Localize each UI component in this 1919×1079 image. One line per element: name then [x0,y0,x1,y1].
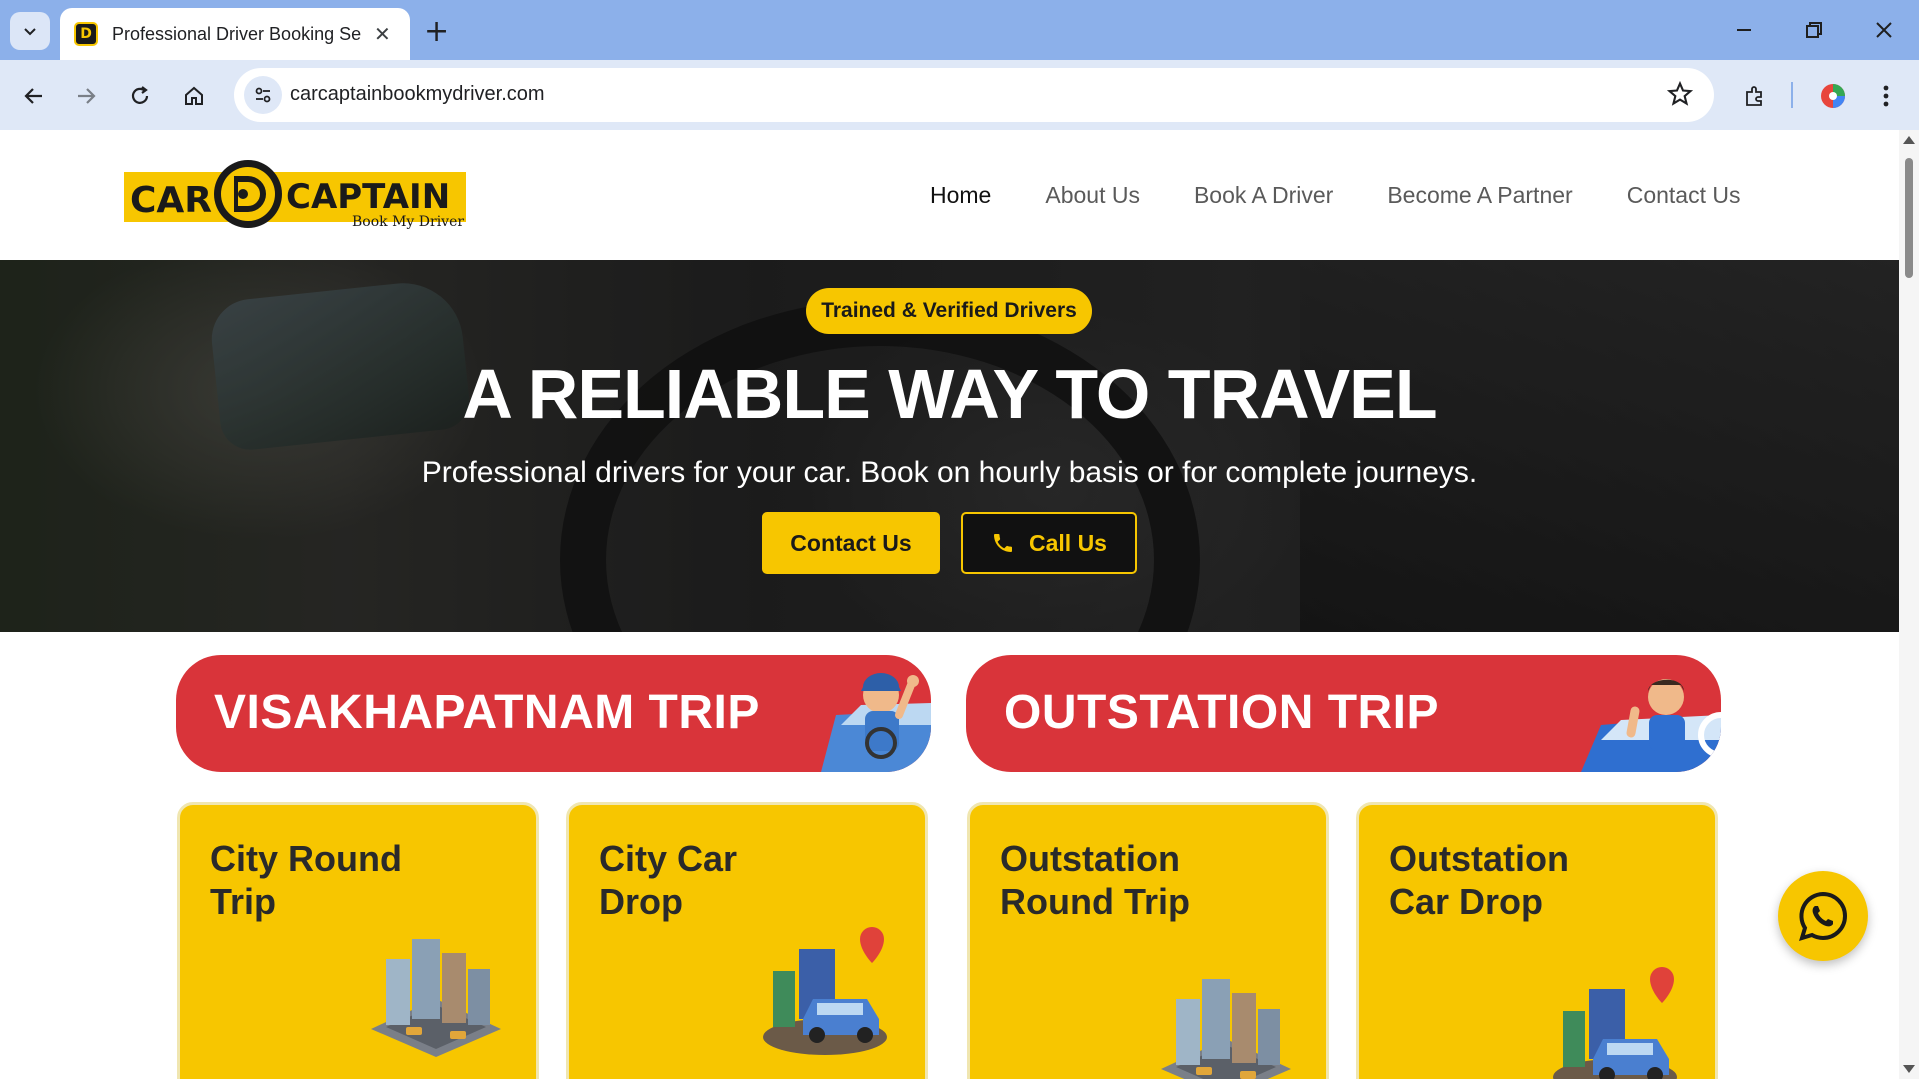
whatsapp-chat-button[interactable] [1778,871,1868,961]
city-round-trip-card[interactable]: City Round Trip [177,802,539,1079]
city-buildings-illustration [371,939,501,1057]
profile-avatar-icon[interactable] [1813,76,1853,116]
url-text: carcaptainbookmydriver.com [290,83,545,105]
site-info-icon[interactable] [244,76,282,114]
driver-thumbs-up-illustration [1581,679,1721,772]
new-tab-icon[interactable]: + [424,14,449,49]
car-drop-illustration [1553,967,1677,1079]
browser-tab-active[interactable]: D Professional Driver Booking Ser ✕ [60,8,410,60]
reload-icon[interactable] [120,76,160,116]
home-icon[interactable] [174,76,214,116]
contact-us-button[interactable]: Contact Us [762,512,940,574]
nav-contact-us[interactable]: Contact Us [1627,182,1741,209]
visakhapatnam-trip-label: VISAKHAPATNAM TRIP [214,686,760,739]
tab-close-icon[interactable]: ✕ [374,22,391,46]
outstation-car-drop-card[interactable]: Outstation Car Drop [1356,802,1718,1079]
city-car-drop-card[interactable]: City Car Drop [566,802,928,1079]
tab-title: Professional Driver Booking Ser [112,23,362,44]
city-buildings-illustration [1161,979,1291,1079]
site-logo[interactable]: CAR CAPTAIN Book My Driver [124,156,466,234]
scroll-up-icon[interactable] [1903,136,1915,144]
scroll-down-icon[interactable] [1903,1065,1915,1073]
browser-toolbar: carcaptainbookmydriver.com [0,60,1919,130]
chevron-down-icon [24,28,36,36]
nav-home[interactable]: Home [930,182,991,209]
call-us-button[interactable]: Call Us [961,512,1137,574]
address-bar[interactable]: carcaptainbookmydriver.com [234,68,1714,122]
whatsapp-icon [1799,891,1847,941]
close-window-icon[interactable] [1849,0,1919,60]
outstation-round-trip-card[interactable]: Outstation Round Trip [967,802,1329,1079]
outstation-round-trip-title: Outstation Round Trip [1000,838,1190,922]
scrollbar-thumb[interactable] [1905,158,1913,278]
city-car-drop-title: City Car Drop [599,838,738,922]
contact-us-button-label: Contact Us [790,529,912,556]
page-scrollbar[interactable] [1899,130,1919,1079]
site-header: CAR CAPTAIN Book My Driver Home About Us… [0,130,1899,260]
tab-search-button[interactable] [10,12,50,50]
nav-become-a-partner[interactable]: Become A Partner [1387,182,1572,209]
toolbar-separator [1791,82,1793,108]
outstation-car-drop-title: Outstation Car Drop [1389,838,1569,922]
verified-badge: Trained & Verified Drivers [806,288,1092,334]
restore-icon[interactable] [1779,0,1849,60]
logo-tagline: Book My Driver [352,214,464,230]
main-navigation: Home About Us Book A Driver Become A Par… [930,182,1740,209]
nav-about-us[interactable]: About Us [1045,182,1140,209]
site-favicon-icon: D [74,22,98,46]
browser-tab-bar: D Professional Driver Booking Ser ✕ + [0,0,1919,60]
forward-icon[interactable] [66,76,106,116]
bookmark-star-icon[interactable] [1666,80,1694,113]
call-us-button-label: Call Us [1029,529,1107,556]
window-controls [1709,0,1919,60]
back-icon[interactable] [14,76,54,116]
browser-menu-icon[interactable] [1866,76,1906,116]
page-viewport: CAR CAPTAIN Book My Driver Home About Us… [0,130,1899,1079]
extensions-icon[interactable] [1735,76,1775,116]
hero-subtitle: Professional drivers for your car. Book … [421,456,1478,489]
phone-icon [994,534,1012,552]
car-drop-illustration [763,927,887,1055]
outstation-trip-banner[interactable]: OUTSTATION TRIP [966,655,1721,772]
minimize-icon[interactable] [1709,0,1779,60]
logo-brand-right: CAPTAIN [286,177,450,217]
driver-waving-illustration [821,673,931,772]
city-round-trip-title: City Round Trip [210,838,402,922]
nav-book-a-driver[interactable]: Book A Driver [1194,182,1333,209]
outstation-trip-label: OUTSTATION TRIP [1004,686,1440,739]
visakhapatnam-trip-banner[interactable]: VISAKHAPATNAM TRIP [176,655,931,772]
hero-title: A RELIABLE WAY TO TRAVEL [462,355,1437,433]
logo-brand-left: CAR [130,180,212,221]
hero-section: Trained & Verified Drivers A RELIABLE WA… [0,260,1899,632]
